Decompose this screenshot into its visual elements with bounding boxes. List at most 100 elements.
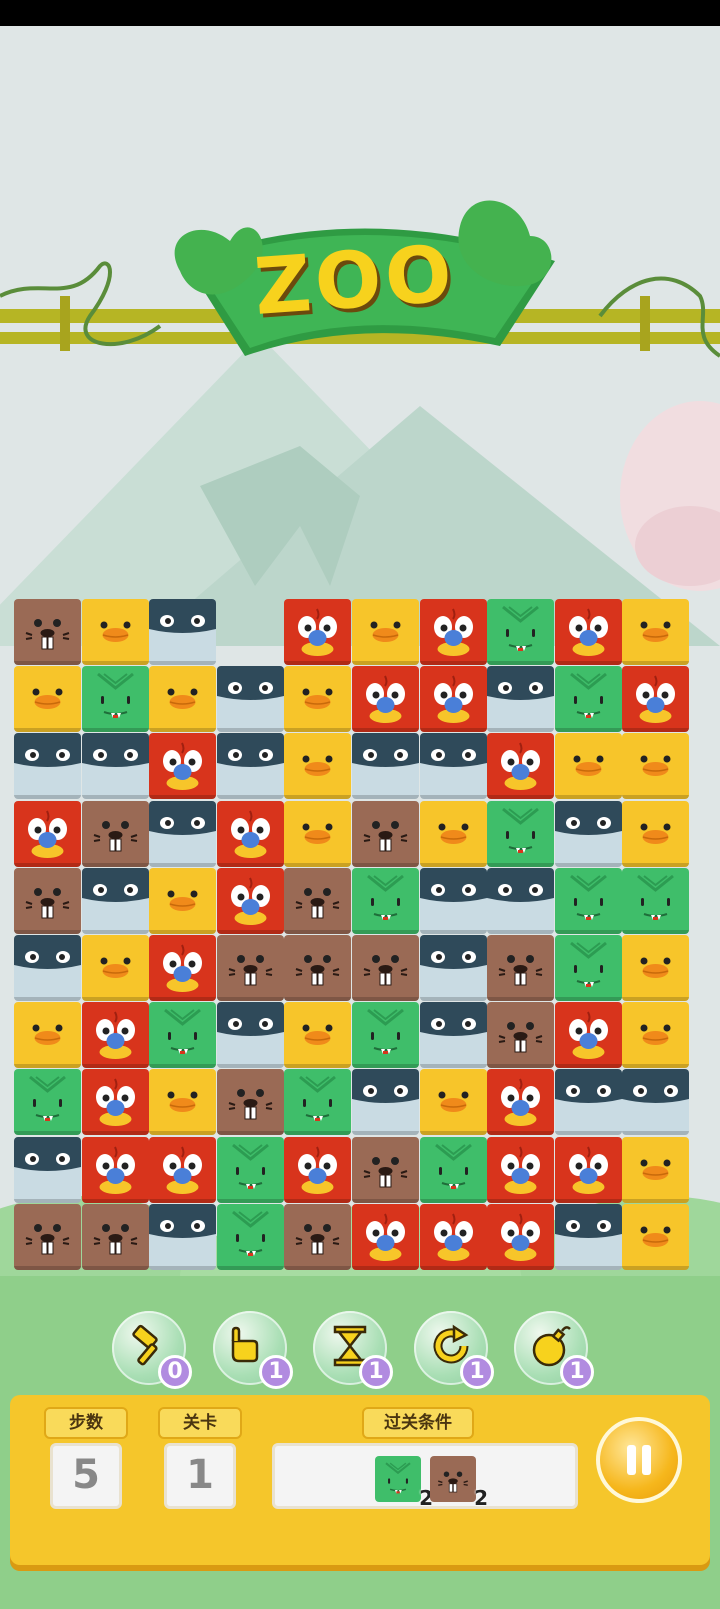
whale-tile[interactable]	[14, 935, 81, 1001]
parrot-tile[interactable]	[149, 733, 217, 800]
parrot-tile[interactable]	[149, 935, 217, 1001]
duck-tile[interactable]	[14, 1002, 81, 1069]
duck-tile[interactable]	[284, 1002, 352, 1069]
beaver-tile[interactable]	[14, 867, 81, 934]
duck-tile[interactable]	[284, 800, 352, 867]
parrot-tile[interactable]	[554, 1002, 622, 1069]
refresh-powerup-button[interactable]: 1	[414, 1311, 494, 1389]
duck-tile[interactable]	[284, 666, 352, 733]
whale-tile[interactable]	[14, 1136, 81, 1203]
croc-tile[interactable]	[216, 1203, 284, 1270]
parrot-tile[interactable]	[419, 599, 487, 665]
parrot-tile[interactable]	[149, 1136, 217, 1203]
whale-tile[interactable]	[149, 1203, 217, 1270]
beaver-tile[interactable]	[284, 1203, 352, 1270]
beaver-tile[interactable]	[81, 800, 149, 867]
parrot-tile[interactable]	[554, 1136, 622, 1203]
croc-tile[interactable]	[14, 1069, 81, 1136]
beaver-tile[interactable]	[487, 935, 555, 1001]
croc-tile[interactable]	[622, 867, 690, 934]
whale-tile[interactable]	[216, 666, 284, 733]
croc-tile[interactable]	[554, 666, 622, 733]
beaver-tile[interactable]	[284, 935, 352, 1001]
parrot-tile[interactable]	[81, 1069, 149, 1136]
parrot-tile[interactable]	[284, 1136, 352, 1203]
parrot-tile[interactable]	[419, 666, 487, 733]
beaver-tile[interactable]	[487, 1002, 555, 1069]
duck-tile[interactable]	[149, 867, 217, 934]
croc-tile[interactable]	[149, 1002, 217, 1069]
beaver-tile[interactable]	[14, 1203, 81, 1270]
beaver-tile[interactable]	[352, 800, 419, 867]
whale-tile[interactable]	[419, 935, 487, 1001]
whale-tile[interactable]	[419, 733, 487, 800]
parrot-tile[interactable]	[81, 1136, 149, 1203]
duck-tile[interactable]	[419, 800, 487, 867]
parrot-tile[interactable]	[622, 666, 690, 733]
duck-tile[interactable]	[81, 935, 149, 1001]
whale-tile[interactable]	[81, 867, 149, 934]
croc-tile[interactable]	[352, 1002, 419, 1069]
croc-tile[interactable]	[352, 867, 419, 934]
whale-tile[interactable]	[554, 1203, 622, 1270]
croc-tile[interactable]	[81, 666, 149, 733]
croc-tile[interactable]	[487, 599, 555, 665]
hand-swap-powerup-button[interactable]: 1	[213, 1311, 293, 1389]
pause-button[interactable]	[596, 1417, 682, 1503]
duck-tile[interactable]	[284, 733, 352, 800]
duck-tile[interactable]	[622, 1203, 690, 1270]
parrot-tile[interactable]	[352, 1203, 419, 1270]
beaver-tile[interactable]	[216, 935, 284, 1001]
beaver-tile[interactable]	[352, 1136, 419, 1203]
parrot-tile[interactable]	[216, 867, 284, 934]
croc-tile[interactable]	[487, 800, 555, 867]
whale-tile[interactable]	[352, 733, 419, 800]
beaver-tile[interactable]	[284, 867, 352, 934]
parrot-tile[interactable]	[487, 1069, 555, 1136]
whale-tile[interactable]	[419, 1002, 487, 1069]
croc-tile[interactable]	[419, 1136, 487, 1203]
beaver-tile[interactable]	[81, 1203, 149, 1270]
whale-tile[interactable]	[216, 733, 284, 800]
game-board[interactable]	[14, 599, 707, 1290]
whale-tile[interactable]	[81, 733, 149, 800]
croc-tile[interactable]	[284, 1069, 352, 1136]
whale-tile[interactable]	[149, 599, 217, 665]
whale-tile[interactable]	[419, 867, 487, 934]
parrot-tile[interactable]	[216, 800, 284, 867]
parrot-tile[interactable]	[487, 1136, 555, 1203]
whale-tile[interactable]	[487, 666, 555, 733]
duck-tile[interactable]	[622, 599, 690, 665]
duck-tile[interactable]	[622, 733, 690, 800]
hammer-powerup-button[interactable]: 0	[112, 1311, 192, 1389]
croc-tile[interactable]	[554, 867, 622, 934]
whale-tile[interactable]	[352, 1069, 419, 1136]
duck-tile[interactable]	[149, 1069, 217, 1136]
beaver-tile[interactable]	[352, 935, 419, 1001]
parrot-tile[interactable]	[487, 1203, 555, 1270]
whale-tile[interactable]	[487, 867, 555, 934]
croc-tile[interactable]	[216, 1136, 284, 1203]
duck-tile[interactable]	[622, 935, 690, 1001]
parrot-tile[interactable]	[554, 599, 622, 665]
duck-tile[interactable]	[14, 666, 81, 733]
whale-tile[interactable]	[622, 1069, 690, 1136]
whale-tile[interactable]	[14, 733, 81, 800]
croc-tile[interactable]	[554, 935, 622, 1001]
hourglass-powerup-button[interactable]: 1	[313, 1311, 393, 1389]
duck-tile[interactable]	[622, 800, 690, 867]
beaver-tile[interactable]	[216, 1069, 284, 1136]
whale-tile[interactable]	[554, 1069, 622, 1136]
beaver-tile[interactable]	[14, 599, 81, 665]
duck-tile[interactable]	[352, 599, 419, 665]
duck-tile[interactable]	[622, 1002, 690, 1069]
parrot-tile[interactable]	[284, 599, 352, 665]
parrot-tile[interactable]	[81, 1002, 149, 1069]
parrot-tile[interactable]	[352, 666, 419, 733]
whale-tile[interactable]	[216, 1002, 284, 1069]
whale-tile[interactable]	[554, 800, 622, 867]
duck-tile[interactable]	[149, 666, 217, 733]
parrot-tile[interactable]	[487, 733, 555, 800]
parrot-tile[interactable]	[14, 800, 81, 867]
bomb-powerup-button[interactable]: 1	[514, 1311, 594, 1389]
